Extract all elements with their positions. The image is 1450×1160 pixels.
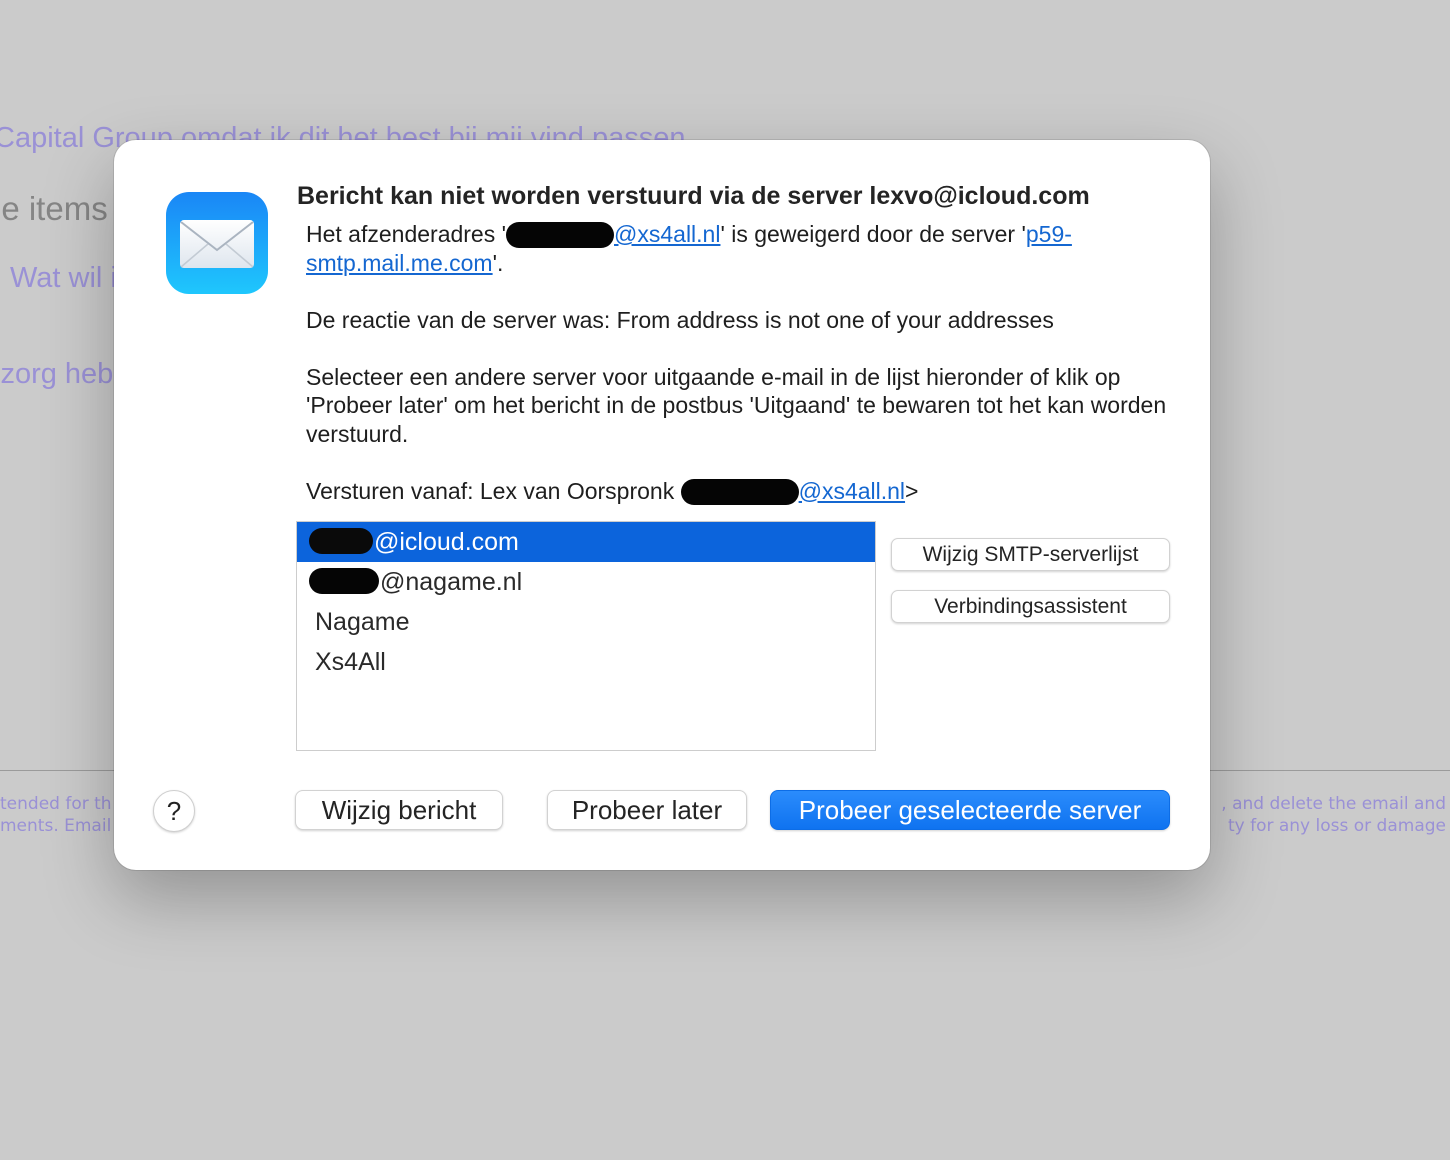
sender-email-link[interactable]: @xs4all.nl [614, 221, 720, 247]
background-text-line: le items [0, 190, 108, 227]
server-label: Xs4All [315, 648, 386, 676]
dialog-title: Bericht kan niet worden verstuurd via de… [297, 182, 1090, 210]
mail-app-icon [166, 192, 268, 294]
text-segment: Het afzenderadres ' [306, 221, 507, 247]
instructions-paragraph: Selecteer een andere server voor uitgaan… [306, 363, 1167, 447]
send-from-paragraph: Versturen vanaf: Lex van Oorspronk @xs4a… [306, 477, 1168, 506]
redacted-block [309, 568, 379, 594]
text-segment: '. [492, 249, 504, 276]
help-button[interactable]: ? [153, 790, 195, 832]
server-label: @nagame.nl [380, 568, 523, 596]
server-label: @icloud.com [374, 528, 519, 556]
background-footer-text: ments. Email [0, 816, 112, 836]
text-segment: ' is geweigerd door de server ' [720, 221, 1026, 247]
background-footer-text: tended for th [0, 794, 112, 814]
server-list-item[interactable]: Xs4All [297, 642, 875, 682]
try-later-button[interactable]: Probeer later [547, 790, 747, 830]
edit-message-button[interactable]: Wijzig bericht [295, 790, 503, 830]
edit-smtp-server-list-button[interactable]: Wijzig SMTP-serverlijst [891, 538, 1170, 571]
background-footer-text: , and delete the email and [1221, 794, 1446, 814]
text-segment: Versturen vanaf: Lex van Oorspronk [306, 477, 681, 504]
server-list-item[interactable]: @icloud.com [297, 522, 875, 562]
smtp-server-list[interactable]: @icloud.com @nagame.nl Nagame Xs4All [296, 521, 876, 751]
from-email-link[interactable]: @xs4all.nl [799, 478, 905, 504]
server-link[interactable]: smtp.mail.me.com [306, 250, 493, 276]
send-error-dialog: Bericht kan niet worden verstuurd via de… [114, 140, 1210, 870]
dialog-message: Het afzenderadres ' @xs4all.nl' is geweig… [306, 220, 1168, 505]
background-text-line: Wat wil i [10, 262, 117, 294]
redacted-block [309, 528, 373, 554]
connection-assistant-button[interactable]: Verbindingsassistent [891, 590, 1170, 623]
rejected-sender-paragraph: Het afzenderadres ' @xs4all.nl' is geweig… [306, 220, 1168, 277]
background-footer-text: ty for any loss or damage [1227, 816, 1446, 836]
server-label: Nagame [315, 608, 410, 636]
background-text-line: lzorg heb [0, 358, 114, 390]
redacted-block [680, 478, 799, 505]
server-list-item[interactable]: Nagame [297, 602, 875, 642]
text-segment: > [905, 477, 919, 504]
server-link[interactable]: p59- [1026, 221, 1072, 247]
server-list-item[interactable]: @nagame.nl [297, 562, 875, 602]
try-selected-server-button[interactable]: Probeer geselecteerde server [770, 790, 1170, 830]
redacted-block [506, 222, 615, 248]
server-response-paragraph: De reactie van de server was: From addre… [306, 306, 1054, 333]
